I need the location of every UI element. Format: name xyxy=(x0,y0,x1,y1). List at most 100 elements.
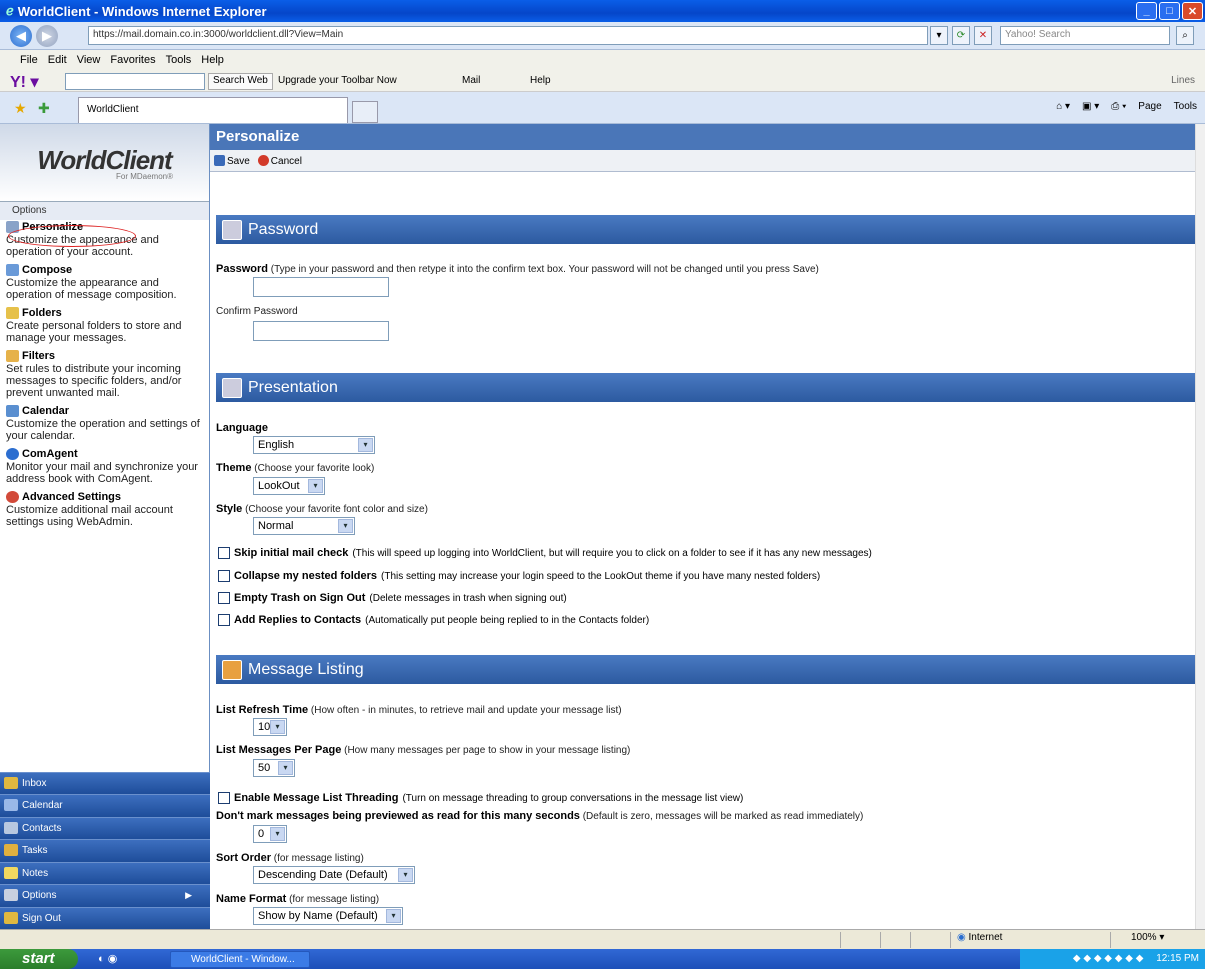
empty-trash-row[interactable]: Empty Trash on Sign Out (Delete messages… xyxy=(218,592,567,604)
nav-inbox[interactable]: Inbox xyxy=(0,771,210,794)
sidebar-item-folders[interactable]: Folders Create personal folders to store… xyxy=(0,306,209,349)
minimize-button[interactable]: _ xyxy=(1136,2,1157,20)
advanced-settings-icon xyxy=(6,491,19,503)
nav-sign-out[interactable]: Sign Out xyxy=(0,906,210,929)
tab-label: WorldClient xyxy=(87,104,139,115)
clock: 12:15 PM xyxy=(1156,953,1199,964)
nav-options[interactable]: Options ▶ xyxy=(0,884,210,907)
stop-icon[interactable]: ✕ xyxy=(974,26,992,45)
menu-file[interactable]: File xyxy=(20,54,38,66)
add-replies-row[interactable]: Add Replies to Contacts (Automatically p… xyxy=(218,614,649,626)
password-input[interactable] xyxy=(253,277,389,297)
home-icon[interactable]: ⌂ ▾ xyxy=(1056,101,1070,112)
refresh-time-select[interactable]: 10 ▾ xyxy=(253,718,287,736)
sort-order-select[interactable]: Descending Date (Default) ▾ xyxy=(253,866,415,884)
threading-row[interactable]: Enable Message List Threading (Turn on m… xyxy=(218,792,743,804)
theme-select[interactable]: LookOut ▾ xyxy=(253,477,325,495)
sidebar-item-calendar[interactable]: Calendar Customize the operation and set… xyxy=(0,404,209,447)
search-icon[interactable]: ⌕ xyxy=(1176,26,1194,45)
new-tab-button[interactable] xyxy=(352,101,378,123)
close-button[interactable]: ✕ xyxy=(1182,2,1203,20)
preview-seconds-label: Don't mark messages being previewed as r… xyxy=(216,810,864,822)
messages-per-page-select[interactable]: 50 ▾ xyxy=(253,759,295,777)
name-format-select[interactable]: Show by Name (Default) ▾ xyxy=(253,907,403,925)
forward-button[interactable]: ▶ xyxy=(36,25,58,47)
messages-per-page-label: List Messages Per Page (How many message… xyxy=(216,744,631,756)
chevron-down-icon: ▾ xyxy=(270,827,285,841)
menu-favorites[interactable]: Favorites xyxy=(110,54,155,66)
style-select[interactable]: Normal ▾ xyxy=(253,517,355,535)
empty-trash-checkbox[interactable] xyxy=(218,592,230,604)
main-toolbar: Save Cancel xyxy=(210,150,1205,172)
save-icon xyxy=(214,154,225,166)
password-label: Password (Type in your password and then… xyxy=(216,263,819,275)
skip-mail-check-row[interactable]: Skip initial mail check (This will speed… xyxy=(218,547,872,559)
quicklaunch-icons[interactable]: ◐ ◉ xyxy=(98,952,117,965)
tray-icons[interactable]: ◆ ◆ ◆ ◆ ◆ ◆ ◆ xyxy=(1073,953,1144,964)
options-icon xyxy=(4,889,18,901)
system-tray: ◆ ◆ ◆ ◆ ◆ ◆ ◆ 12:15 PM xyxy=(1020,949,1205,969)
upgrade-toolbar-link[interactable]: Upgrade your Toolbar Now xyxy=(278,75,397,86)
theme-label: Theme (Choose your favorite look) xyxy=(216,462,375,474)
chevron-down-icon: ▾ xyxy=(278,761,293,775)
help-link[interactable]: Help xyxy=(530,75,551,86)
confirm-password-input[interactable] xyxy=(253,321,389,341)
sidebar-item-comagent[interactable]: ComAgent Monitor your mail and synchroni… xyxy=(0,447,209,490)
skip-mail-check-checkbox[interactable] xyxy=(218,547,230,559)
favorites-star-icon[interactable]: ★ xyxy=(14,100,27,117)
password-section-header: Password xyxy=(216,215,1198,244)
threading-checkbox[interactable] xyxy=(218,792,230,804)
style-label: Style (Choose your favorite font color a… xyxy=(216,503,428,515)
print-icon[interactable]: ⎙ ▾ xyxy=(1111,101,1126,112)
tab-worldclient[interactable]: WorldClient xyxy=(78,97,348,123)
nav-contacts[interactable]: Contacts xyxy=(0,816,210,839)
feeds-icon[interactable]: ▣ ▾ xyxy=(1082,101,1099,112)
save-button[interactable]: Save xyxy=(214,154,250,167)
collapse-folders-row[interactable]: Collapse my nested folders (This setting… xyxy=(218,570,820,582)
refresh-icon[interactable]: ⟳ xyxy=(952,26,970,45)
yahoo-logo-icon[interactable]: Y! ▾ xyxy=(10,72,38,92)
globe-icon: ◉ xyxy=(957,932,966,943)
sidebar-item-compose[interactable]: Compose Customize the appearance and ope… xyxy=(0,263,209,306)
add-favorites-icon[interactable]: ✚ xyxy=(38,100,50,117)
ie-logo-icon: ℯ xyxy=(6,3,14,18)
mail-link[interactable]: Mail xyxy=(462,75,480,86)
search-input[interactable]: Yahoo! Search xyxy=(1000,26,1170,45)
main-panel: Personalize Save Cancel Password Passwor… xyxy=(210,124,1205,929)
nav-notes[interactable]: Notes xyxy=(0,861,210,884)
yahoo-search-input[interactable] xyxy=(65,73,205,90)
password-section-icon xyxy=(222,219,242,240)
menu-help[interactable]: Help xyxy=(201,54,224,66)
menu-tools[interactable]: Tools xyxy=(166,54,192,66)
cancel-icon xyxy=(257,154,269,166)
windows-taskbar: start ◐ ◉ WorldClient - Window... ◆ ◆ ◆ … xyxy=(0,949,1205,969)
tasks-icon xyxy=(4,844,18,856)
sidebar-item-advanced-settings[interactable]: Advanced Settings Customize additional m… xyxy=(0,490,209,533)
url-dropdown-button[interactable]: ▾ xyxy=(930,26,948,45)
language-select[interactable]: English ▾ xyxy=(253,436,375,454)
collapse-folders-checkbox[interactable] xyxy=(218,570,230,582)
status-cell xyxy=(910,932,911,948)
zoom-level[interactable]: 100% ▾ xyxy=(1110,932,1164,948)
page-menu[interactable]: Page xyxy=(1138,101,1161,112)
sidebar-item-filters[interactable]: Filters Set rules to distribute your inc… xyxy=(0,349,209,404)
add-replies-checkbox[interactable] xyxy=(218,614,230,626)
message-listing-section-header: Message Listing xyxy=(216,655,1198,684)
maximize-button[interactable]: □ xyxy=(1159,2,1180,20)
calendar-icon xyxy=(6,405,19,417)
preview-seconds-select[interactable]: 0 ▾ xyxy=(253,825,287,843)
cancel-button[interactable]: Cancel xyxy=(257,154,302,167)
start-button[interactable]: start xyxy=(0,949,78,969)
menu-edit[interactable]: Edit xyxy=(48,54,67,66)
vertical-scrollbar[interactable] xyxy=(1195,124,1205,929)
nav-tasks[interactable]: Tasks xyxy=(0,839,210,862)
lines-link[interactable]: Lines xyxy=(1171,75,1195,86)
status-cell xyxy=(840,932,841,948)
url-input[interactable]: https://mail.domain.co.in:3000/worldclie… xyxy=(88,26,928,45)
back-button[interactable]: ◀ xyxy=(10,25,32,47)
tools-menu[interactable]: Tools xyxy=(1174,101,1197,112)
taskbar-item-worldclient[interactable]: WorldClient - Window... xyxy=(170,951,310,968)
nav-calendar[interactable]: Calendar xyxy=(0,794,210,817)
menu-view[interactable]: View xyxy=(77,54,101,66)
search-web-button[interactable]: Search Web xyxy=(208,73,273,90)
